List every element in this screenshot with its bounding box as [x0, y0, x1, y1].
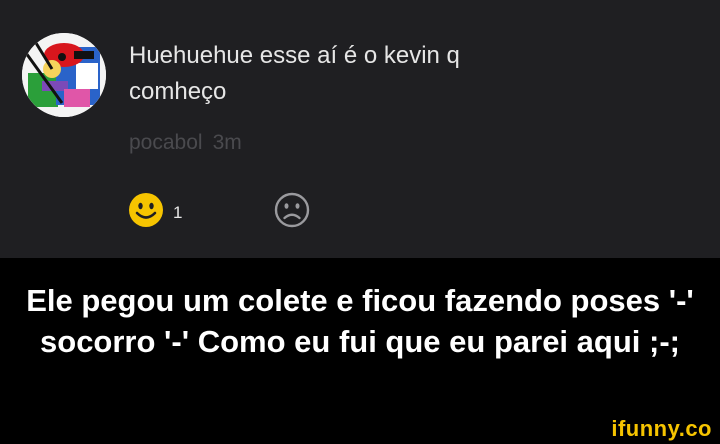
smile-reaction-count: 1 — [173, 202, 183, 222]
smile-reaction-button[interactable]: 1 — [128, 192, 182, 233]
comment-panel: Huehuehue esse aí é o kevin q comheço po… — [0, 0, 720, 258]
comment-username[interactable]: pocabol — [129, 131, 203, 154]
ifunny-watermark: ifunny.co — [611, 416, 712, 441]
caption-area: Ele pegou um colete e ficou fazendo pose… — [0, 258, 720, 444]
sad-face-icon — [274, 192, 310, 233]
smiley-face-icon — [128, 192, 164, 233]
avatar-image — [22, 33, 106, 117]
comment-timestamp: 3m — [212, 131, 242, 154]
user-avatar[interactable] — [22, 33, 106, 117]
comment-meta: pocabol 3m — [129, 129, 242, 157]
meme-caption: Ele pegou um colete e ficou fazendo pose… — [26, 283, 694, 359]
sad-reaction-button[interactable] — [274, 192, 310, 233]
comment-text: Huehuehue esse aí é o kevin q comheço — [129, 42, 460, 105]
